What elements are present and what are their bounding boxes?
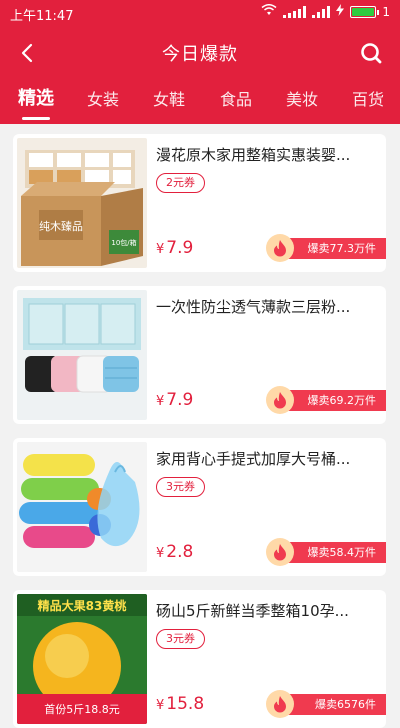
tab-womens-shoes[interactable]: 女鞋 [153,86,185,110]
yellow-peach-image[interactable]: 精品大果83黄桃 首份5斤18.8元 [17,594,147,724]
battery-level: 1 [382,4,390,19]
product-name[interactable]: 砀山5斤新鲜当季整箱10孕... [156,600,378,621]
sales-badge: 爆卖69.2万件 [266,386,386,414]
tab-general-goods[interactable]: 百货 [352,86,384,110]
flame-icon [266,538,294,566]
face-masks-image[interactable] [17,290,147,420]
tab-womens-clothing[interactable]: 女装 [87,86,119,110]
app-header: 上午11:47 1 今日爆款 精选 女装 女鞋 食品 美妆 百货 [0,0,400,124]
price-value: 7.9 [166,238,194,258]
product-card[interactable]: 一次性防尘透气薄款三层粉... ¥7.9 爆卖69.2万件 [13,286,386,424]
sales-badge: 爆卖58.4万件 [266,538,386,566]
status-time: 上午11:47 [10,9,74,24]
product-name[interactable]: 一次性防尘透气薄款三层粉... [156,296,378,317]
product-name[interactable]: 漫花原木家用整箱实惠装婴... [156,144,378,165]
nav-bar: 今日爆款 [0,30,400,76]
page-title: 今日爆款 [162,44,238,65]
sales-badge: 爆卖6576件 [266,690,386,718]
price-value: 15.8 [166,694,205,714]
product-card[interactable]: 家用背心手提式加厚大号桶... 3元券 ¥2.8 爆卖58.4万件 [13,438,386,576]
product-price: ¥7.9 [156,238,193,258]
flame-icon [266,690,294,718]
battery-icon [350,5,380,18]
yellow-peach-image-label: 精品大果83黄桃 [38,598,127,613]
category-tabs: 精选 女装 女鞋 食品 美妆 百货 [0,82,400,120]
product-price: ¥7.9 [156,390,193,410]
coupon-badge[interactable]: 2元券 [156,173,205,193]
tissue-box-image[interactable]: 纯木臻品 10包/箱 [17,138,147,268]
wifi-icon [261,4,277,19]
flame-icon [266,234,294,262]
product-name[interactable]: 家用背心手提式加厚大号桶... [156,448,378,469]
currency-symbol: ¥ [156,546,165,561]
coupon-badge[interactable]: 3元券 [156,477,205,497]
flame-icon [266,386,294,414]
tab-featured[interactable]: 精选 [18,84,54,120]
currency-symbol: ¥ [156,394,165,409]
tissue-box-image-badge: 10包/箱 [111,238,136,247]
coupon-badge[interactable]: 3元券 [156,629,205,649]
product-card[interactable]: 纯木臻品 10包/箱 漫花原木家用整箱实惠装婴... 2元券 ¥7.9 爆卖77… [13,134,386,272]
product-price: ¥2.8 [156,542,193,562]
currency-symbol: ¥ [156,242,165,257]
garbage-bags-image[interactable] [17,442,147,572]
yellow-peach-image-badge: 首份5斤18.8元 [44,702,120,716]
status-bar: 上午11:47 1 [0,0,400,26]
product-card[interactable]: 精品大果83黄桃 首份5斤18.8元 砀山5斤新鲜当季整箱10孕... 3元券 … [13,590,386,728]
product-price: ¥15.8 [156,694,204,714]
tab-cosmetics[interactable]: 美妆 [286,86,318,110]
tissue-box-image-label: 纯木臻品 [39,219,83,233]
signal-icon [283,5,307,18]
sales-badge: 爆卖77.3万件 [266,234,386,262]
price-value: 7.9 [166,390,194,410]
charging-icon [336,4,345,19]
price-value: 2.8 [166,542,194,562]
tab-food[interactable]: 食品 [220,86,252,110]
signal-icon-2 [312,5,331,18]
search-icon[interactable] [356,38,386,68]
